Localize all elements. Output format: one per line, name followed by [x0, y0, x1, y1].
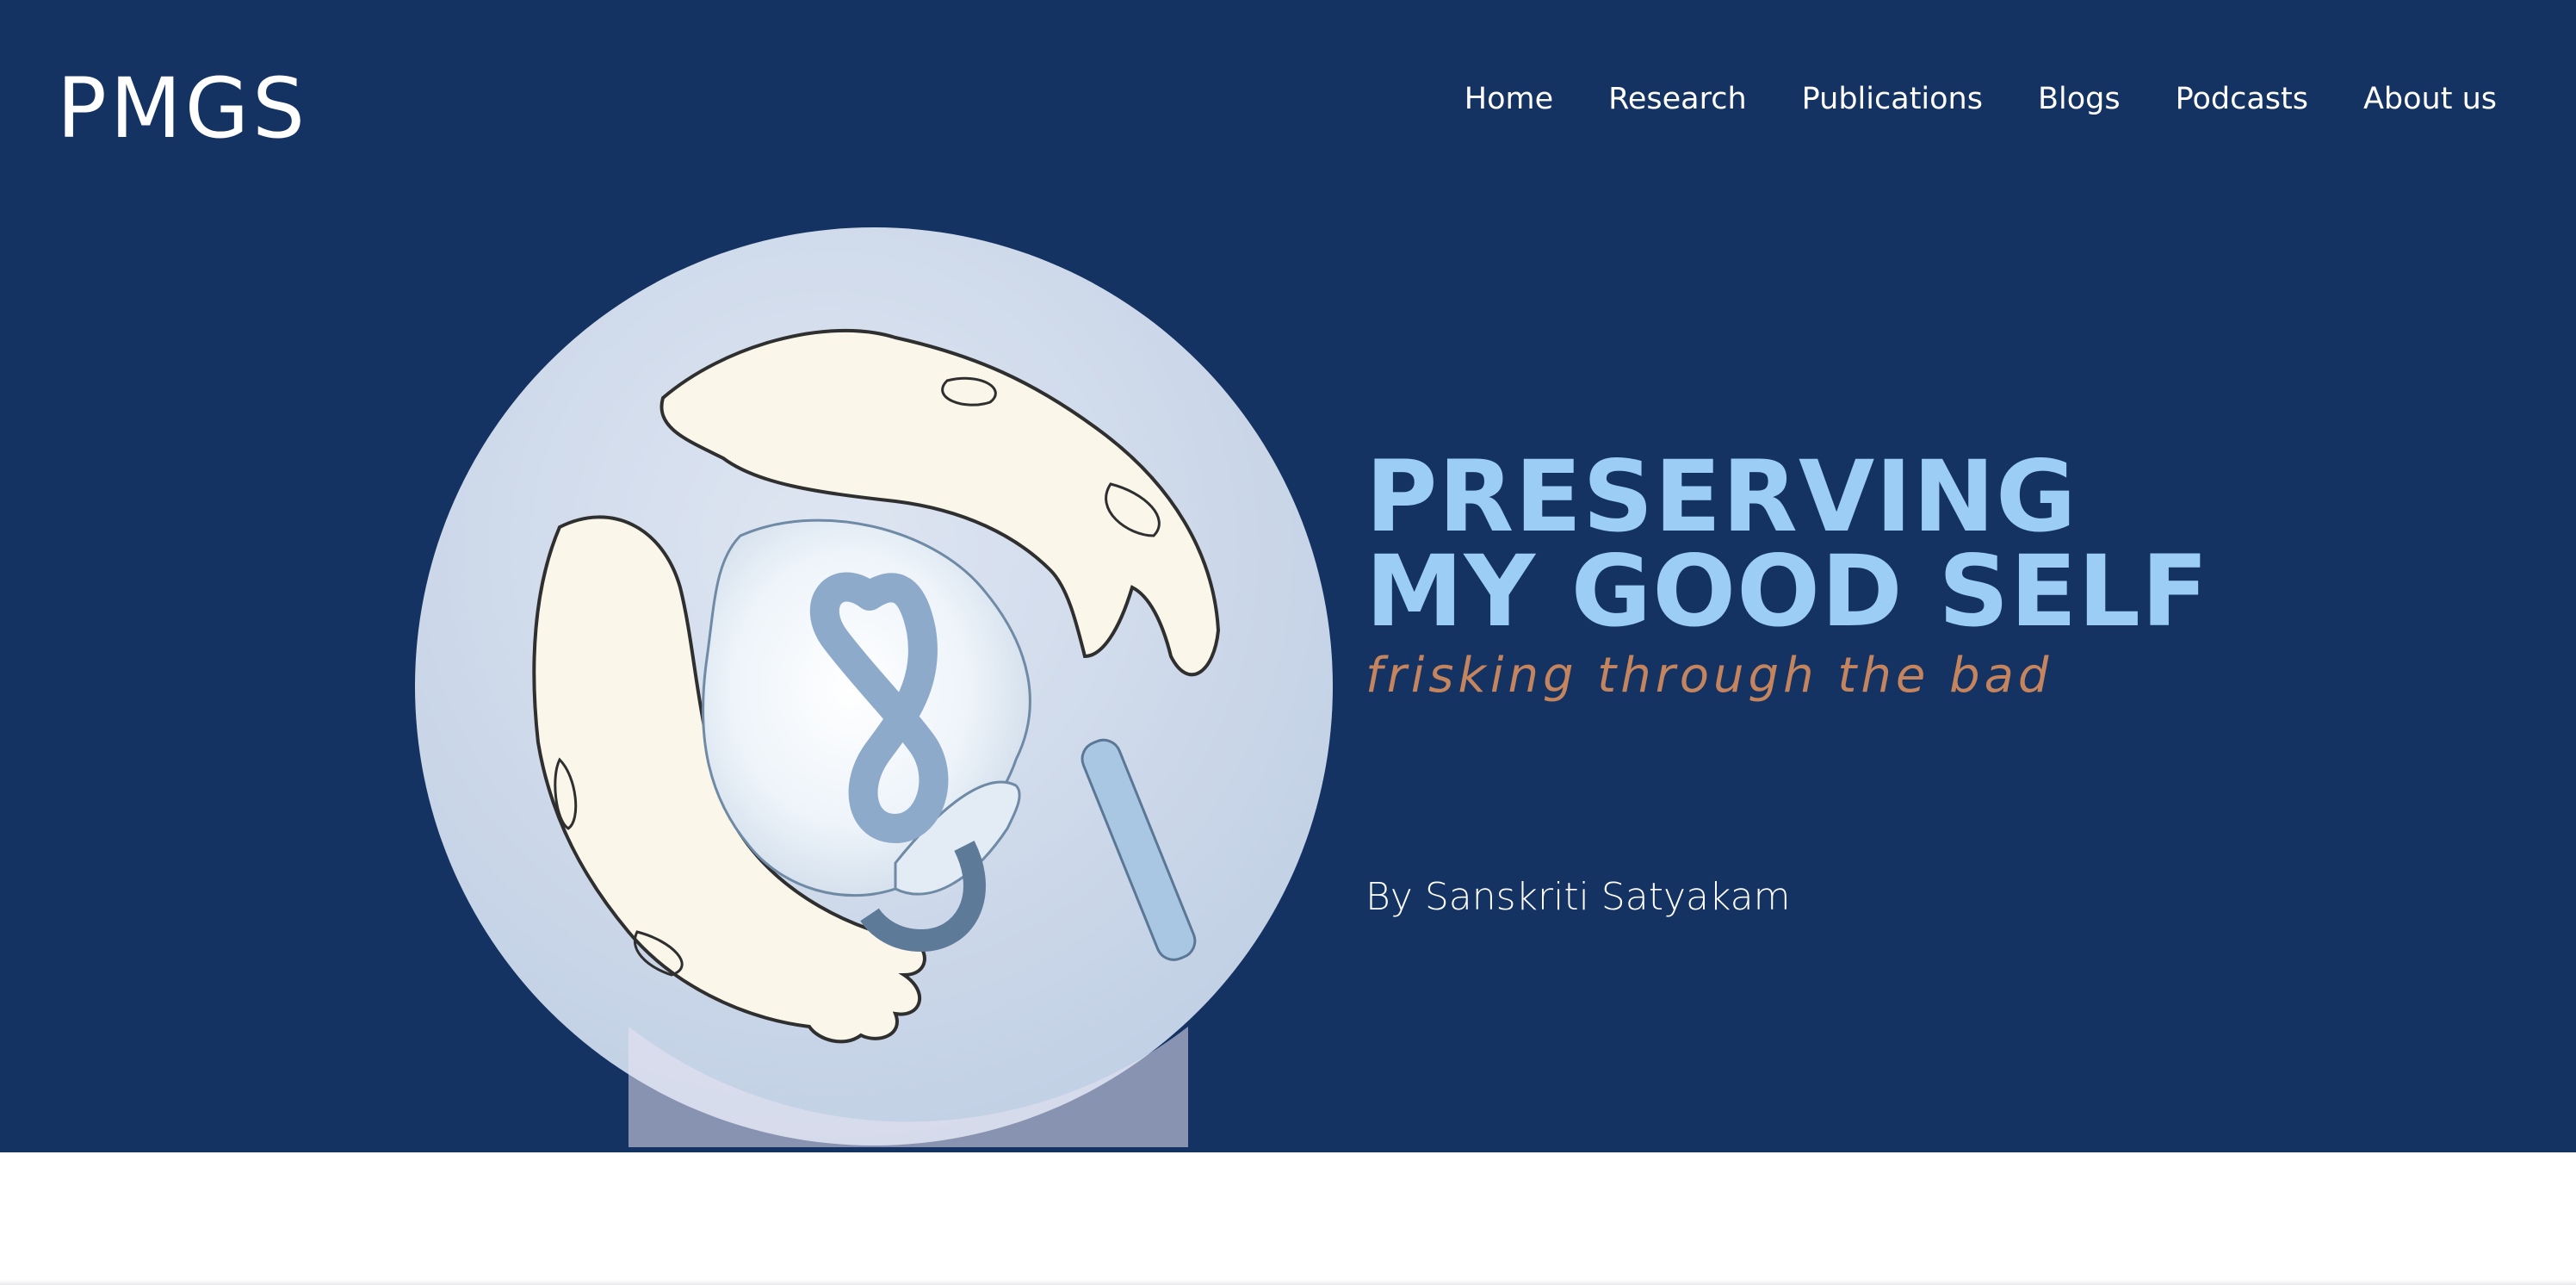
nav-about-us[interactable]: About us [2363, 84, 2497, 115]
hero-subtitle: frisking through the bad [1365, 648, 2053, 704]
hero-title-line-2: MY GOOD SELF [1365, 534, 2209, 649]
nav-research[interactable]: Research [1608, 84, 1747, 115]
main-nav: Home Research Publications Blogs Podcast… [1464, 84, 2497, 115]
hero-title-block: PRESERVING MY GOOD SELF frisking through… [1365, 448, 2209, 705]
nav-podcasts[interactable]: Podcasts [2176, 84, 2308, 115]
divider [0, 1280, 2576, 1285]
nav-home[interactable]: Home [1464, 84, 1553, 115]
author-byline: By Sanskriti Satyakam [1365, 875, 1791, 919]
nav-blogs[interactable]: Blogs [2038, 84, 2121, 115]
nav-publications[interactable]: Publications [1802, 84, 1983, 115]
content-area [0, 1152, 2576, 1285]
hero-title: PRESERVING MY GOOD SELF [1365, 448, 2209, 641]
site-logo[interactable]: PMGS [57, 67, 308, 150]
hero-section: PMGS Home Research Publications Blogs Po… [0, 0, 2576, 1152]
hands-around-jar-infinity-icon [415, 227, 1333, 1147]
